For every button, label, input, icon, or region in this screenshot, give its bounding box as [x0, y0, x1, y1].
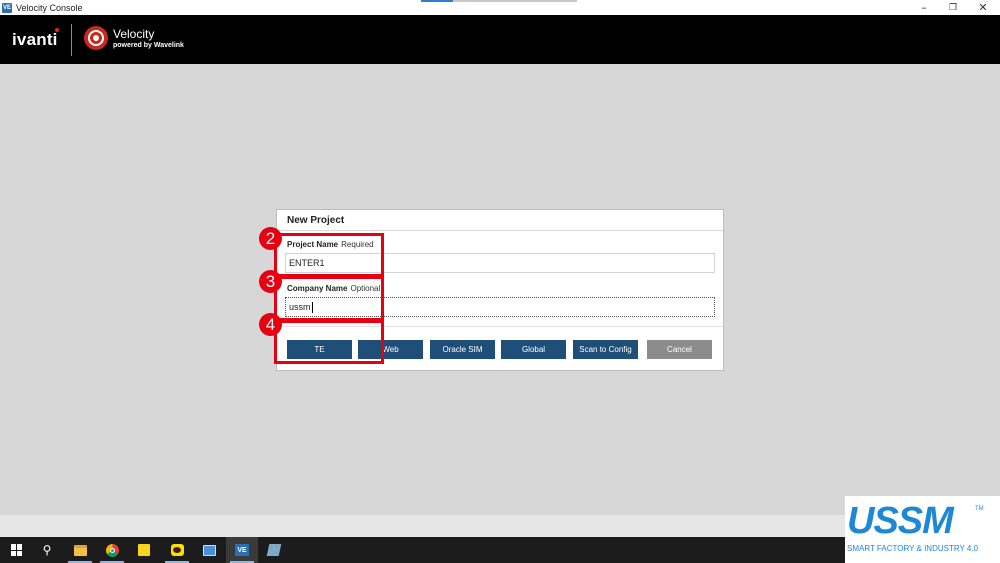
ivanti-logo: ivanti — [12, 30, 58, 49]
annotation-box-2 — [274, 233, 384, 277]
scan-to-config-button[interactable]: Scan to Config — [573, 340, 638, 359]
app-icon-text: VE — [2, 4, 11, 11]
sticky-notes-icon — [138, 544, 150, 556]
header-divider — [71, 24, 72, 56]
ussm-watermark-logo: USSM TM SMART FACTORY & INDUSTRY 4.0 — [845, 496, 1000, 563]
annotation-badge-2: 2 — [259, 227, 282, 250]
velocity-taskbar-button[interactable]: VE — [226, 537, 258, 563]
restore-icon: ❐ — [948, 2, 958, 13]
oracle-sim-button[interactable]: Oracle SIM — [430, 340, 495, 359]
product-name: Velocity — [113, 27, 155, 41]
sticky-notes-button[interactable] — [128, 537, 160, 563]
kakaotalk-icon — [170, 544, 184, 556]
close-button[interactable]: ✕ — [968, 0, 998, 15]
velocity-icon: VE — [235, 544, 249, 556]
app-header: ivanti Velocity powered by Wavelink — [0, 15, 1000, 64]
file-explorer-button[interactable] — [64, 537, 96, 563]
file-explorer-icon — [73, 544, 87, 556]
title-accent-bar-gray — [453, 0, 577, 2]
product-subtitle: powered by Wavelink — [113, 42, 184, 49]
ussm-logo-text: USSM — [847, 500, 954, 542]
windows-taskbar: ⚲ VE — [0, 537, 845, 563]
velocity-app-icon: VE — [2, 2, 12, 13]
mail-button[interactable] — [193, 537, 225, 563]
window-title: Velocity Console — [16, 2, 83, 13]
annotation-badge-4: 4 — [259, 313, 282, 336]
chrome-button[interactable] — [96, 537, 128, 563]
restore-button[interactable]: ❐ — [938, 0, 968, 15]
windows-start-button[interactable] — [1, 537, 33, 563]
app-icon — [266, 544, 282, 556]
dialog-divider — [277, 230, 723, 231]
other-app-button[interactable] — [258, 537, 290, 563]
chrome-icon — [105, 543, 119, 557]
velocity-gear-logo-icon — [84, 26, 108, 50]
ussm-tagline: SMART FACTORY & INDUSTRY 4.0 — [847, 544, 979, 553]
minimize-button[interactable]: – — [909, 0, 939, 15]
search-icon: ⚲ — [42, 543, 52, 557]
minimize-icon: – — [921, 1, 927, 14]
annotation-box-3 — [274, 276, 384, 321]
close-icon: ✕ — [978, 1, 988, 14]
global-button[interactable]: Global — [501, 340, 566, 359]
search-button[interactable]: ⚲ — [31, 537, 63, 563]
window-titlebar: VE Velocity Console – ❐ ✕ — [0, 0, 1000, 15]
dialog-title: New Project — [287, 215, 345, 226]
cancel-button[interactable]: Cancel — [647, 340, 712, 359]
ussm-trademark: TM — [975, 506, 984, 512]
mail-icon — [202, 544, 216, 556]
annotation-box-4 — [274, 320, 384, 364]
kakaotalk-button[interactable] — [161, 537, 193, 563]
velocity-icon-label: VE — [237, 546, 247, 554]
ivanti-logo-dot — [55, 28, 59, 32]
title-accent-bar — [421, 0, 453, 2]
windows-start-icon — [11, 544, 23, 556]
annotation-badge-3: 3 — [259, 270, 282, 293]
